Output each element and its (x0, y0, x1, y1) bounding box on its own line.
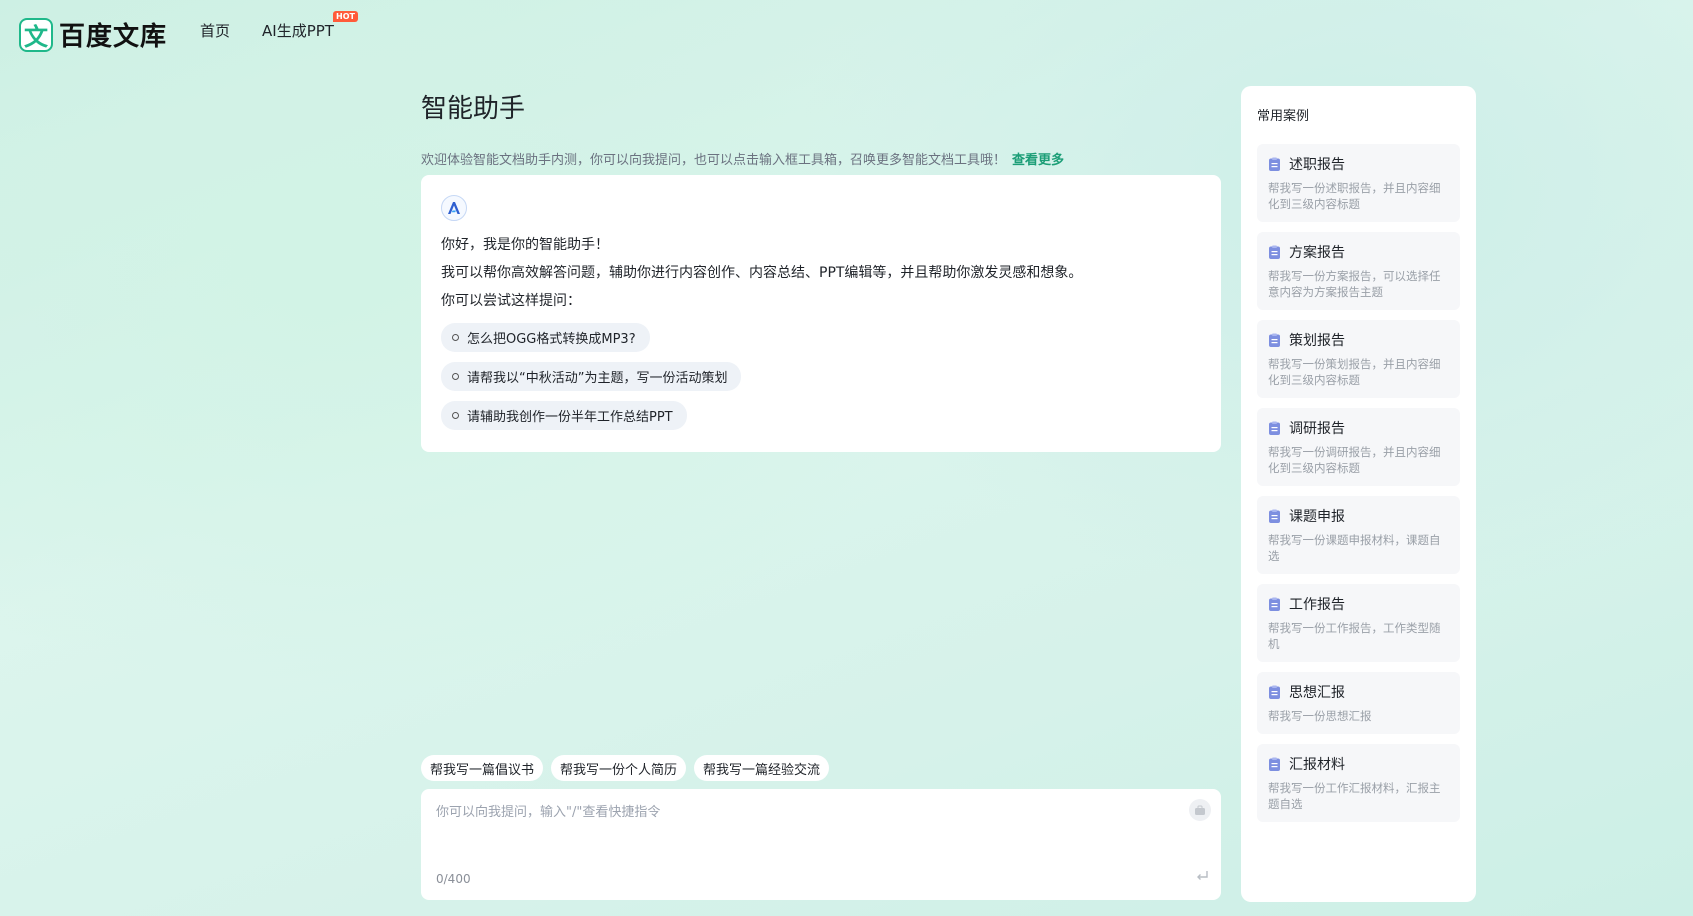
case-card[interactable]: 汇报材料 帮我写一份工作汇报材料，汇报主题自选 (1257, 744, 1460, 822)
quick-prompt-row: 帮我写一篇倡议书 帮我写一份个人简历 帮我写一篇经验交流 (421, 755, 830, 781)
prompt-line: 你可以尝试这样提问： (441, 293, 581, 309)
case-header: 课题申报 (1268, 506, 1449, 526)
case-title: 述职报告 (1289, 157, 1345, 173)
case-description: 帮我写一份课题申报材料，课题自选 (1268, 533, 1441, 563)
assistant-greeting: 你好，我是你的智能助手！ 我可以帮你高效解答问题，辅助你进行内容创作、内容总结、… (441, 231, 1201, 315)
case-description: 帮我写一份思想汇报 (1268, 709, 1372, 723)
case-title: 思想汇报 (1289, 685, 1345, 701)
case-header: 思想汇报 (1268, 682, 1449, 702)
case-title: 汇报材料 (1289, 757, 1345, 773)
logo-text: 百度文库 (59, 22, 168, 52)
char-counter: 0/400 (436, 872, 471, 886)
case-card[interactable]: 课题申报 帮我写一份课题申报材料，课题自选 (1257, 496, 1460, 574)
bullet-icon (452, 334, 459, 341)
toolbox-button[interactable] (1189, 799, 1211, 821)
case-title: 工作报告 (1289, 597, 1345, 613)
toolbox-icon (1195, 805, 1205, 815)
chat-input[interactable] (436, 801, 1156, 861)
document-icon (1269, 245, 1280, 259)
bullet-icon (452, 373, 459, 380)
hot-badge: HOT (333, 11, 358, 22)
bullet-icon (452, 412, 459, 419)
document-icon (1269, 157, 1280, 171)
case-card[interactable]: 调研报告 帮我写一份调研报告，并且内容细化到三级内容标题 (1257, 408, 1460, 486)
case-card[interactable]: 策划报告 帮我写一份策划报告，并且内容细化到三级内容标题 (1257, 320, 1460, 398)
suggestion-item[interactable]: 请帮我以“中秋活动”为主题，写一份活动策划 (441, 362, 742, 391)
nav-ai-ppt-label: AI生成PPT (262, 22, 334, 40)
logo[interactable]: 文 百度文库 (19, 16, 167, 53)
document-icon (1269, 597, 1280, 611)
case-description: 帮我写一份方案报告，可以选择任意内容为方案报告主题 (1268, 269, 1441, 299)
case-header: 述职报告 (1268, 154, 1449, 174)
suggestion-text: 请帮我以“中秋活动”为主题，写一份活动策划 (467, 371, 728, 386)
case-title: 策划报告 (1289, 333, 1345, 349)
top-nav: 首页 AI生成PPT HOT (200, 11, 358, 41)
view-more-link[interactable]: 查看更多 (1012, 153, 1064, 168)
document-icon (1269, 685, 1280, 699)
nav-ai-ppt[interactable]: AI生成PPT HOT (262, 11, 358, 41)
page-subtitle: 欢迎体验智能文档助手内测，你可以向我提问，也可以点击输入框工具箱，召唤更多智能文… (421, 149, 1221, 168)
suggestion-item[interactable]: 请辅助我创作一份半年工作总结PPT (441, 401, 687, 430)
suggestion-list: 怎么把OGG格式转换成MP3? 请帮我以“中秋活动”为主题，写一份活动策划 请辅… (441, 323, 1201, 430)
case-card[interactable]: 思想汇报 帮我写一份思想汇报 (1257, 672, 1460, 734)
top-header: 文 百度文库 首页 AI生成PPT HOT (0, 0, 1693, 64)
document-icon (1269, 757, 1280, 771)
quick-prompt-chip[interactable]: 帮我写一份个人简历 (551, 755, 687, 781)
case-list: 述职报告 帮我写一份述职报告，并且内容细化到三级内容标题 方案报告 帮我写一份方… (1257, 144, 1460, 822)
suggestion-text: 请辅助我创作一份半年工作总结PPT (467, 410, 673, 425)
common-cases-panel: 常用案例 述职报告 帮我写一份述职报告，并且内容细化到三级内容标题 方案报告 帮… (1241, 86, 1476, 902)
intro-line: 我可以帮你高效解答问题，辅助你进行内容创作、内容总结、PPT编辑等，并且帮助你激… (441, 265, 1083, 281)
case-description: 帮我写一份调研报告，并且内容细化到三级内容标题 (1268, 445, 1441, 475)
suggestion-item[interactable]: 怎么把OGG格式转换成MP3? (441, 323, 650, 352)
main-panel: 智能助手 欢迎体验智能文档助手内测，你可以向我提问，也可以点击输入框工具箱，召唤… (421, 86, 1221, 902)
cases-title: 常用案例 (1257, 109, 1310, 124)
document-icon (1269, 421, 1280, 435)
chat-input-box: 0/400 (421, 789, 1221, 900)
suggestion-text: 怎么把OGG格式转换成MP3? (467, 332, 636, 347)
case-card[interactable]: 方案报告 帮我写一份方案报告，可以选择任意内容为方案报告主题 (1257, 232, 1460, 310)
case-title: 调研报告 (1289, 421, 1345, 437)
case-description: 帮我写一份策划报告，并且内容细化到三级内容标题 (1268, 357, 1441, 387)
document-icon (1269, 333, 1280, 347)
case-header: 汇报材料 (1268, 754, 1449, 774)
case-header: 策划报告 (1268, 330, 1449, 350)
case-header: 工作报告 (1268, 594, 1449, 614)
case-description: 帮我写一份工作报告，工作类型随机 (1268, 621, 1441, 651)
assistant-message-card: 你好，我是你的智能助手！ 我可以帮你高效解答问题，辅助你进行内容创作、内容总结、… (421, 175, 1221, 452)
assistant-logo-icon (448, 202, 460, 214)
quick-prompt-chip[interactable]: 帮我写一篇倡议书 (421, 755, 544, 781)
case-header: 调研报告 (1268, 418, 1449, 438)
case-card[interactable]: 工作报告 帮我写一份工作报告，工作类型随机 (1257, 584, 1460, 662)
assistant-avatar-icon (441, 195, 467, 221)
quick-prompt-chip[interactable]: 帮我写一篇经验交流 (694, 755, 830, 781)
case-header: 方案报告 (1268, 242, 1449, 262)
send-enter-icon[interactable] (1195, 867, 1209, 886)
logo-icon: 文 (19, 17, 53, 52)
page-title: 智能助手 (421, 94, 526, 124)
document-icon (1269, 509, 1280, 523)
subtitle-text: 欢迎体验智能文档助手内测，你可以向我提问，也可以点击输入框工具箱，召唤更多智能文… (421, 153, 1007, 168)
case-card[interactable]: 述职报告 帮我写一份述职报告，并且内容细化到三级内容标题 (1257, 144, 1460, 222)
case-title: 方案报告 (1289, 245, 1345, 261)
greeting-line: 你好，我是你的智能助手！ (441, 237, 609, 253)
case-description: 帮我写一份述职报告，并且内容细化到三级内容标题 (1268, 181, 1441, 211)
nav-home[interactable]: 首页 (200, 20, 230, 41)
case-description: 帮我写一份工作汇报材料，汇报主题自选 (1268, 781, 1441, 811)
case-title: 课题申报 (1289, 509, 1345, 525)
